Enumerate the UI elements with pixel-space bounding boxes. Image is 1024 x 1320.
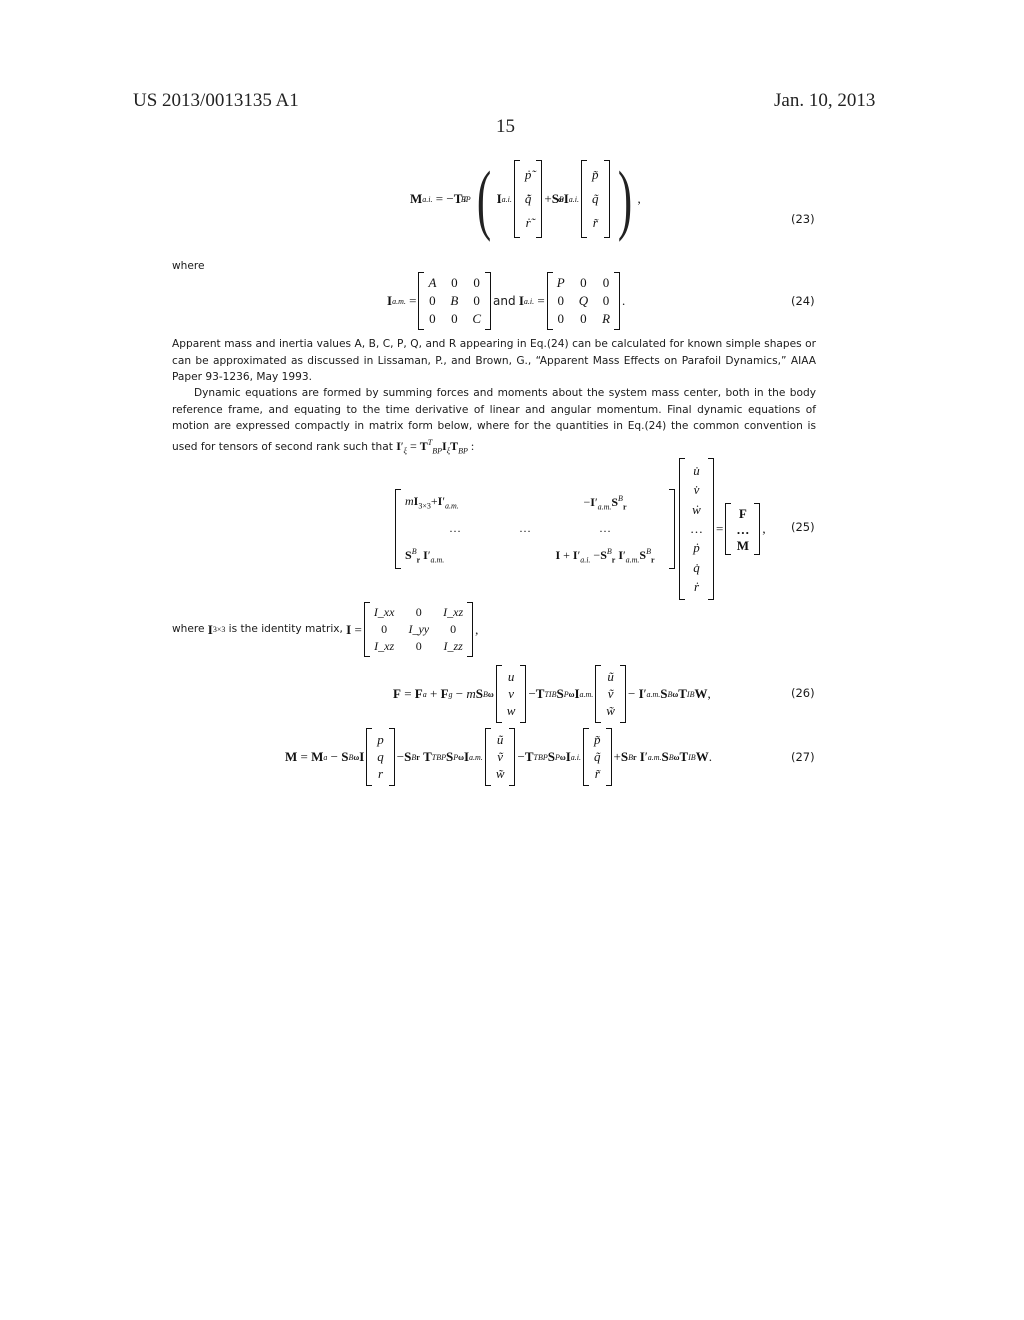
vector-entry: p <box>377 731 384 747</box>
vector-entry: r̃ <box>592 215 598 230</box>
matrix-cell: A <box>428 275 437 290</box>
matrix-cell: 0 <box>580 311 587 326</box>
force-moment-vector: F … M <box>725 503 761 555</box>
vector-entry: … <box>690 520 703 536</box>
equation-27: M = Ma − SBωI p q r − S Br T T BP S Pω Ia.m. ũ … <box>285 728 712 786</box>
vector-pqr-tilde: p̃ q̃ r̃ <box>581 160 610 238</box>
vector-entry: ũ <box>496 731 504 747</box>
vector-uvw: u v w <box>495 665 527 723</box>
equation-number-24: (24) <box>791 294 815 308</box>
equation-number-25: (25) <box>791 520 815 534</box>
vector-entry: w̃ <box>495 766 505 782</box>
vector-entry: u̇ <box>693 462 700 478</box>
vector-entry: … <box>736 522 750 537</box>
matrix-cell: Q <box>578 293 589 308</box>
ellipsis: … <box>519 521 531 536</box>
publication-date: Jan. 10, 2013 <box>774 90 876 111</box>
matrix-cell: 0 <box>473 275 480 290</box>
where-label: where <box>172 623 205 636</box>
vector-uvw-tilde: ũ ṽ w̃ <box>595 665 626 723</box>
vector-entry: w <box>506 703 516 719</box>
vector-entry: ẇ <box>692 501 701 517</box>
matrix-cell: I_yy <box>408 622 430 636</box>
vector-entry: r <box>378 766 384 782</box>
matrix-cell: P <box>556 275 565 290</box>
vector-entry: ṙ <box>693 579 700 595</box>
vector-entry: ṗ <box>693 540 700 556</box>
identity-matrix-definition: where I 3×3 is the identity matrix, I = I… <box>172 602 478 657</box>
matrix-cell: C <box>472 311 482 326</box>
vector-entry: ũ <box>607 668 614 684</box>
paragraph-apparent-mass: Apparent mass and inertia values A, B, C… <box>172 338 816 383</box>
publication-number: US 2013/0013135 A1 <box>133 90 299 111</box>
matrix-cell: 0 <box>451 275 458 290</box>
matrix-cell: 0 <box>429 293 436 308</box>
matrix-cell: I_xz <box>374 639 395 653</box>
vector-entry: q̃̇ <box>524 191 532 206</box>
equation-number-23: (23) <box>791 212 815 226</box>
matrix-cell: 0 <box>381 622 388 636</box>
vector-entry: M <box>736 538 749 553</box>
vector-entry: w̃ <box>606 703 615 719</box>
vector-entry: v̇ <box>693 482 700 498</box>
vector-entry: p̃ <box>594 731 601 747</box>
ellipsis: … <box>449 521 461 536</box>
equation-number-26: (26) <box>791 686 815 700</box>
ellipsis: … <box>599 521 611 536</box>
vector-entry: q <box>377 748 384 764</box>
matrix-cell: 0 <box>473 293 480 308</box>
vector-entry: q̃ <box>592 191 599 206</box>
matrix-ai: P00 0Q0 00R <box>546 272 621 330</box>
vector-entry: ṙ̃ <box>525 215 531 230</box>
vector-entry: F <box>738 506 747 521</box>
block-matrix: mI3×3+I′a.m. −I′a.m.SBr … … … SBr I′a.m.… <box>395 489 675 569</box>
matrix-cell: 0 <box>602 275 610 290</box>
matrix-cell: 0 <box>429 311 436 326</box>
vector-uvw-tilde: ũ ṽ w̃ <box>484 728 516 786</box>
matrix-cell: I_xz <box>443 605 464 619</box>
paragraph-text: Dynamic equations are formed by summing … <box>172 387 816 453</box>
identity-matrix-label: is the identity matrix, <box>228 623 343 636</box>
vector-entry: q̇ <box>693 559 700 575</box>
matrix-cell: 0 <box>557 311 564 326</box>
matrix-cell: 0 <box>415 639 422 653</box>
vector-entry: ṽ <box>497 748 504 764</box>
where-label: where <box>172 260 205 272</box>
equation-number-27: (27) <box>791 750 815 764</box>
equation-23: Ma.i. = − T T BP ( Ia.i. ṗ̃ q̃̇ ṙ̃ + S Pω Ia.i… <box>410 155 641 242</box>
matrix-cell: I_xx <box>373 605 395 619</box>
vector-entry: ṽ <box>607 685 614 701</box>
and-label: and <box>493 293 516 308</box>
equation-24: Ia.m. = A00 0B0 00C and Ia.i. = P00 0Q0 … <box>387 272 625 330</box>
matrix-cell: 0 <box>602 293 610 308</box>
vector-entry: p̃ <box>592 167 599 182</box>
state-derivative-vector: u̇ v̇ ẇ … ṗ q̇ ṙ <box>679 458 714 600</box>
vector-entry: q̃ <box>594 748 601 764</box>
matrix-am: A00 0B0 00C <box>418 272 492 330</box>
matrix-cell: 0 <box>451 311 458 326</box>
matrix-cell: 0 <box>557 293 564 308</box>
matrix-cell: R <box>602 311 611 326</box>
matrix-cell: B <box>450 293 459 308</box>
vector-pqr-dot-tilde: ṗ̃ q̃̇ ṙ̃ <box>513 160 543 238</box>
vector-entry: ṗ̃ <box>524 167 532 182</box>
matrix-cell: 0 <box>450 622 457 636</box>
inertia-matrix: I_xx 0 I_xz 0 I_yy 0 I_xz 0 I_zz <box>363 602 474 657</box>
paragraph-dynamic-equations: Dynamic equations are formed by summing … <box>172 387 816 455</box>
vector-entry: r̃ <box>594 766 600 782</box>
matrix-cell: 0 <box>580 275 587 290</box>
vector-pqr: p q r <box>366 728 395 786</box>
equation-26: F = Fa + Fg − mSBω u v w − T T IB S Pω Ia.m. ũ… <box>393 665 711 723</box>
vector-entry: v <box>508 685 514 701</box>
vector-pqr-tilde: p̃ q̃ r̃ <box>583 728 612 786</box>
page-number: 15 <box>496 116 515 137</box>
equation-25: mI3×3+I′a.m. −I′a.m.SBr … … … SBr I′a.m.… <box>393 458 766 600</box>
matrix-cell: 0 <box>415 605 422 619</box>
matrix-cell: I_zz <box>443 639 463 653</box>
vector-entry: u <box>507 668 515 684</box>
